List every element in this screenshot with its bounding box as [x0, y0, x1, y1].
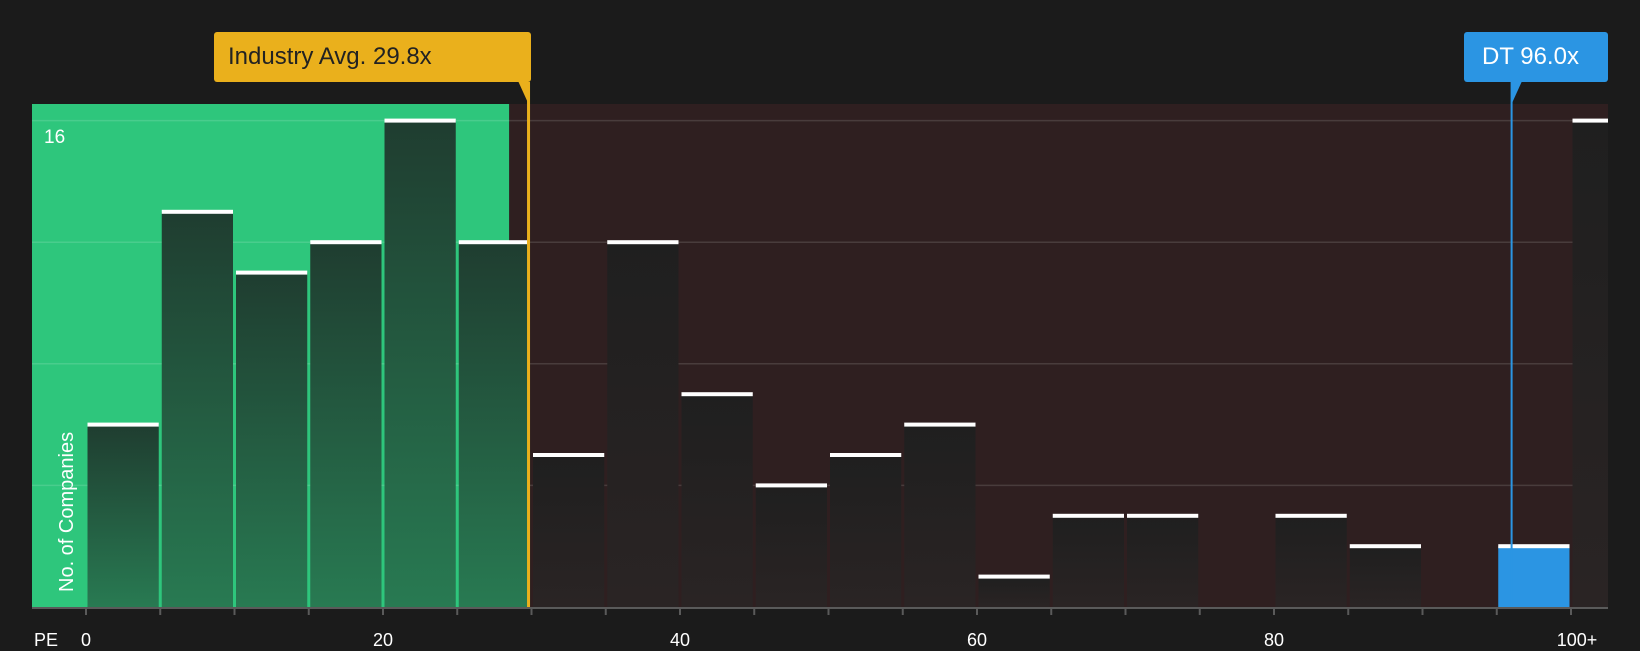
histogram-bar: [607, 242, 679, 607]
bar-cap: [1275, 513, 1347, 518]
company-pe-label: DT 96.0x: [1482, 43, 1579, 70]
histogram-bar: [1498, 546, 1570, 607]
histogram-bar: [1349, 546, 1421, 607]
bar-cap: [904, 422, 976, 427]
x-axis-name: PE: [34, 630, 59, 650]
x-tick-label: 100+: [1556, 630, 1598, 650]
histogram-bar: [978, 576, 1050, 607]
x-tick-label: 0: [80, 630, 92, 650]
histogram-bar: [236, 272, 308, 607]
x-tick-label: 20: [372, 630, 394, 650]
industry-callout-pointer: [518, 82, 529, 104]
histogram-bar: [161, 211, 233, 608]
x-tick-label: 60: [966, 630, 988, 650]
bar-cap: [161, 209, 233, 214]
bar-cap: [607, 240, 679, 245]
bar-cap: [830, 453, 902, 457]
bar-cap: [1127, 513, 1199, 518]
bar-cap: [533, 453, 605, 457]
histogram-bar: [681, 394, 753, 607]
bar-cap: [384, 118, 456, 123]
histogram-bar: [904, 424, 976, 607]
histogram-bar: [1052, 515, 1124, 607]
histogram-bar: [533, 455, 605, 607]
histogram-bar: [755, 485, 827, 607]
bar-cap: [310, 240, 382, 245]
bar-cap: [1572, 118, 1608, 123]
histogram-bar: [87, 424, 159, 607]
x-tick-label: 40: [669, 630, 691, 650]
company-callout-pointer: [1511, 82, 1522, 104]
industry-average-label: Industry Avg. 29.8x: [228, 43, 432, 70]
histogram-bar: [1127, 515, 1199, 607]
bar-cap: [681, 392, 753, 397]
x-tick-label: 80: [1263, 630, 1285, 650]
histogram-bar: [830, 455, 902, 607]
bar-cap: [755, 483, 827, 488]
y-axis-max-label: 16: [44, 127, 66, 148]
bar-cap: [458, 240, 530, 245]
histogram-bar: [384, 120, 456, 607]
histogram-bar: [310, 242, 382, 607]
bar-cap: [1498, 544, 1570, 549]
bar-cap: [1052, 513, 1124, 518]
industry-average-callout: Industry Avg. 29.8x: [214, 32, 531, 82]
y-axis-title: No. of Companies: [56, 431, 78, 592]
bar-cap: [1349, 544, 1421, 549]
histogram-bar: [1572, 120, 1608, 607]
histogram-bar: [458, 242, 530, 607]
bar-cap: [978, 574, 1050, 579]
bar-cap: [87, 422, 159, 427]
pe-distribution-chart: [32, 82, 1609, 615]
bar-cap: [236, 270, 308, 275]
histogram-bar: [1275, 515, 1347, 607]
company-pe-callout: DT 96.0x: [1464, 32, 1608, 82]
